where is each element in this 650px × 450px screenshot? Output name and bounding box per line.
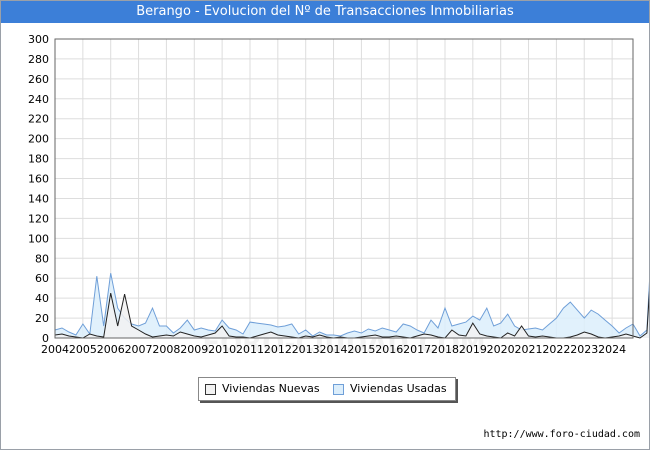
y-tick-label: 120 [28,212,49,225]
x-tick-label: 2021 [515,343,543,356]
x-tick-label: 2022 [542,343,570,356]
y-tick-label: 40 [35,292,49,305]
y-tick-label: 140 [28,192,49,205]
y-tick-label: 20 [35,312,49,325]
x-tick-label: 2007 [125,343,153,356]
legend-label-nuevas: Viviendas Nuevas [222,382,320,395]
y-tick-label: 240 [28,93,49,106]
x-tick-label: 2019 [459,343,487,356]
x-tick-label: 2015 [347,343,375,356]
x-tick-label: 2016 [375,343,403,356]
x-tick-label: 2009 [180,343,208,356]
legend-label-usadas: Viviendas Usadas [350,382,447,395]
y-tick-label: 80 [35,252,49,265]
y-tick-label: 60 [35,272,49,285]
x-tick-label: 2020 [487,343,515,356]
x-tick-label: 2011 [236,343,264,356]
chart-svg: FORO-CIUDAD.COM 020406080100120140160180… [28,33,649,359]
chart-legend: Viviendas Nuevas Viviendas Usadas [198,377,456,401]
x-tick-label: 2004 [41,343,69,356]
x-tick-label: 2014 [320,343,348,356]
x-tick-label: 2010 [208,343,236,356]
source-url: http://www.foro-ciudad.com [483,429,640,440]
y-tick-label: 260 [28,73,49,86]
y-tick-label: 200 [28,133,49,146]
x-tick-label: 2005 [69,343,97,356]
x-tick-label: 2017 [403,343,431,356]
y-tick-label: 220 [28,113,49,126]
chart-title: Berango - Evolucion del Nº de Transaccio… [1,1,649,23]
x-tick-label: 2023 [570,343,598,356]
plot-background [55,39,633,338]
x-tick-label: 2024 [598,343,626,356]
x-tick-label: 2018 [431,343,459,356]
x-tick-label: 2008 [152,343,180,356]
y-tick-label: 160 [28,173,49,186]
y-tick-label: 300 [28,33,49,46]
y-tick-label: 280 [28,53,49,66]
y-tick-label: 180 [28,153,49,166]
chart-frame: Berango - Evolucion del Nº de Transaccio… [0,0,650,450]
x-tick-label: 2013 [292,343,320,356]
legend-swatch-usadas [333,384,344,395]
x-tick-label: 2006 [97,343,125,356]
x-tick-label: 2012 [264,343,292,356]
y-tick-label: 100 [28,232,49,245]
legend-swatch-nuevas [205,384,216,395]
